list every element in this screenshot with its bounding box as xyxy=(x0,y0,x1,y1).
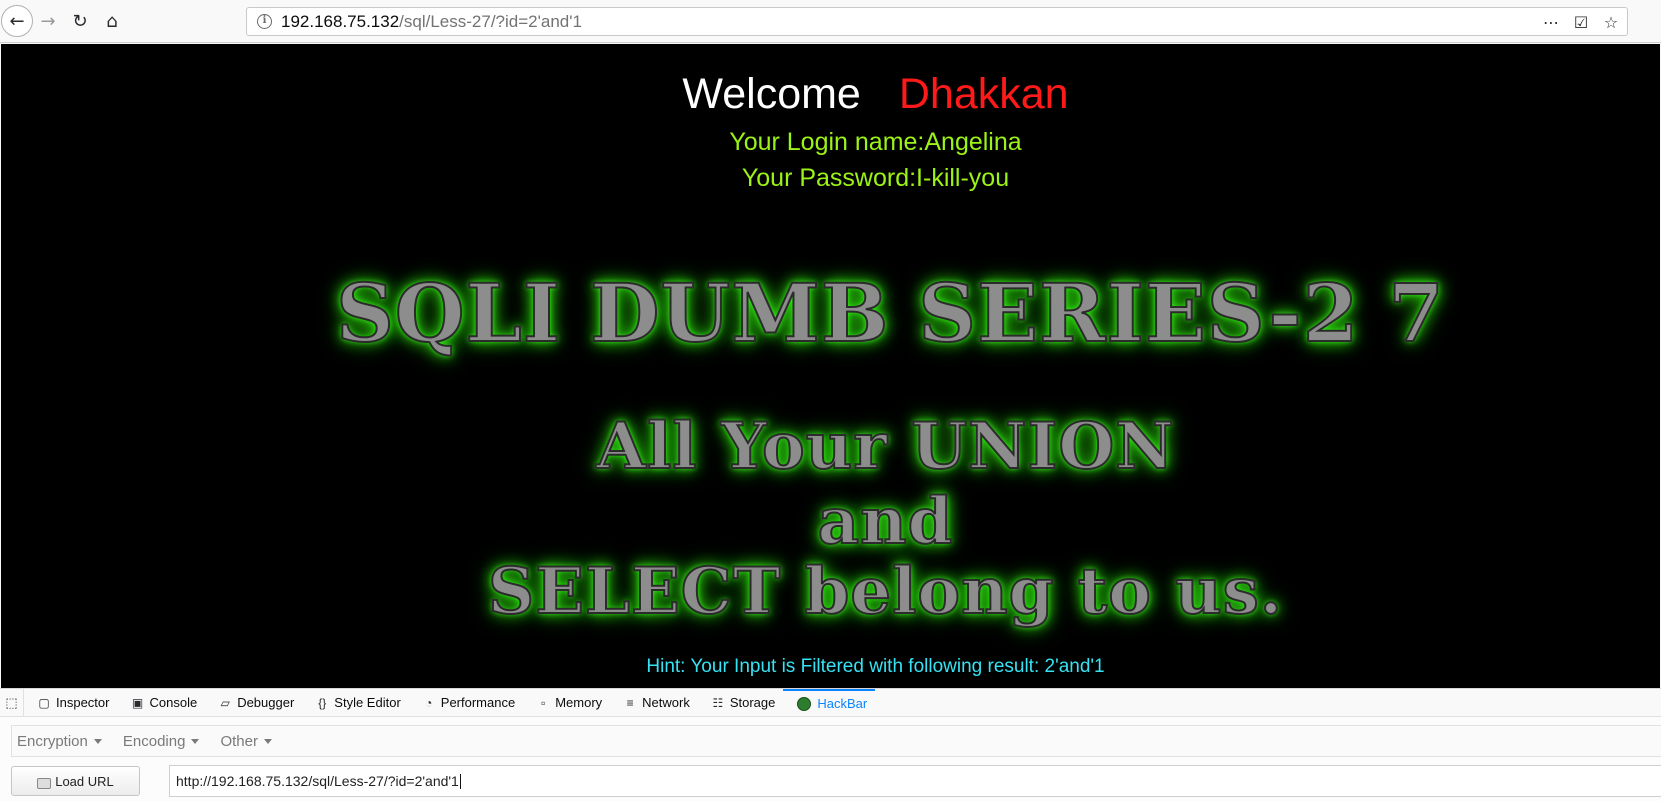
devtools-tabbar: ⬚ ▢ Inspector ▣ Console ▱ Debugger {} Style … xyxy=(0,688,1661,717)
storage-icon: ☷ xyxy=(712,695,724,710)
menu-label: Other xyxy=(220,732,258,750)
load-url-button[interactable]: Load URL xyxy=(11,766,140,796)
welcome-name: Dhakkan xyxy=(898,70,1069,118)
memory-icon: ▫ xyxy=(541,695,546,710)
tab-network[interactable]: ≡ Network xyxy=(610,689,698,717)
browser-toolbar: ← → ↻ ⌂ i 192.168.75.132/sql/Less-27/?id… xyxy=(0,0,1661,43)
filter-hint: Hint: Your Input is Filtered with follow… xyxy=(646,656,1105,677)
more-dots-icon[interactable]: ⋯ xyxy=(1541,13,1561,32)
hackbar-url-value: http://192.168.75.132/sql/Less-27/?id=2'… xyxy=(176,773,459,789)
home-icon[interactable]: ⌂ xyxy=(97,6,127,36)
tab-label: Storage xyxy=(729,695,776,710)
element-picker-icon[interactable]: ⬚ xyxy=(0,688,24,717)
tab-label: Inspector xyxy=(56,695,110,710)
tab-label: Network xyxy=(642,695,690,710)
tab-label: Performance xyxy=(440,695,516,710)
tab-performance[interactable]: ◔ Performance xyxy=(409,689,523,717)
tab-label: Console xyxy=(149,695,198,710)
tab-memory[interactable]: ▫ Memory xyxy=(523,689,610,717)
style-editor-icon: {} xyxy=(318,695,327,710)
inspector-icon: ▢ xyxy=(38,695,50,710)
encryption-menu[interactable]: Encryption xyxy=(12,733,112,750)
text-cursor xyxy=(459,774,461,789)
tab-inspector[interactable]: ▢ Inspector xyxy=(24,689,117,717)
url-path: /sql/Less-27/?id=2'and'1 xyxy=(399,12,582,31)
tab-hackbar[interactable]: . HackBar xyxy=(783,688,876,717)
welcome-heading: Welcome Dhakkan xyxy=(1,70,1660,119)
console-icon: ▣ xyxy=(131,695,144,710)
login-name-text: Your Login name:Angelina xyxy=(729,128,1022,156)
forward-arrow-icon[interactable]: → xyxy=(33,6,63,36)
other-menu[interactable]: Other xyxy=(215,733,282,750)
menu-label: Encryption xyxy=(17,732,88,750)
tab-label: Debugger xyxy=(237,695,295,710)
slogan-line-1: All Your UNION xyxy=(595,408,1175,485)
tab-label: Memory xyxy=(555,695,603,710)
series-title-banner: SQLI DUMB SERIES-2 7 xyxy=(335,265,1445,361)
welcome-text: Welcome xyxy=(682,70,861,118)
slogan-line-3: SELECT belong to us. xyxy=(487,553,1284,630)
debugger-icon: ▱ xyxy=(220,695,230,710)
back-arrow-icon[interactable]: ← xyxy=(1,5,33,37)
hackbar-url-input[interactable]: http://192.168.75.132/sql/Less-27/?id=2'… xyxy=(169,765,1661,797)
caret-down-icon xyxy=(93,739,102,745)
address-bar[interactable]: i 192.168.75.132/sql/Less-27/?id=2'and'1… xyxy=(246,7,1628,36)
tab-style-editor[interactable]: {} Style Editor xyxy=(302,689,408,717)
load-url-label: Load URL xyxy=(55,773,114,789)
devtools-panel: ⬚ ▢ Inspector ▣ Console ▱ Debugger {} Style … xyxy=(0,688,1661,801)
address-text[interactable]: 192.168.75.132/sql/Less-27/?id=2'and'1 xyxy=(281,12,582,32)
caret-down-icon xyxy=(263,739,272,745)
caret-down-icon xyxy=(191,739,200,745)
hackbar-menu: Encryption Encoding Other xyxy=(11,725,1661,757)
encoding-menu[interactable]: Encoding xyxy=(118,733,210,750)
pocket-icon[interactable]: ☑ xyxy=(1571,13,1591,32)
slogan-line-2: and xyxy=(817,483,954,560)
network-icon: ≡ xyxy=(626,695,634,710)
password-text: Your Password:I-kill-you xyxy=(741,164,1010,192)
performance-icon: ◔ xyxy=(425,695,433,710)
reload-icon[interactable]: ↻ xyxy=(65,6,95,36)
tab-label: HackBar xyxy=(817,696,868,711)
tab-debugger[interactable]: ▱ Debugger xyxy=(205,689,302,717)
bookmark-star-icon[interactable]: ☆ xyxy=(1601,13,1621,32)
url-host: 192.168.75.132 xyxy=(281,12,400,31)
load-url-icon xyxy=(37,777,52,789)
url-actions: ⋯ ☑ ☆ xyxy=(1541,10,1621,34)
tab-label: Style Editor xyxy=(334,695,401,710)
page-content: Welcome Dhakkan Your Login name:Angelina … xyxy=(1,44,1660,688)
info-icon[interactable]: i xyxy=(257,14,272,29)
tab-storage[interactable]: ☷ Storage xyxy=(698,689,784,717)
menu-label: Encoding xyxy=(122,732,186,750)
hackbar-icon: . xyxy=(797,696,812,711)
tab-console[interactable]: ▣ Console xyxy=(117,689,205,717)
